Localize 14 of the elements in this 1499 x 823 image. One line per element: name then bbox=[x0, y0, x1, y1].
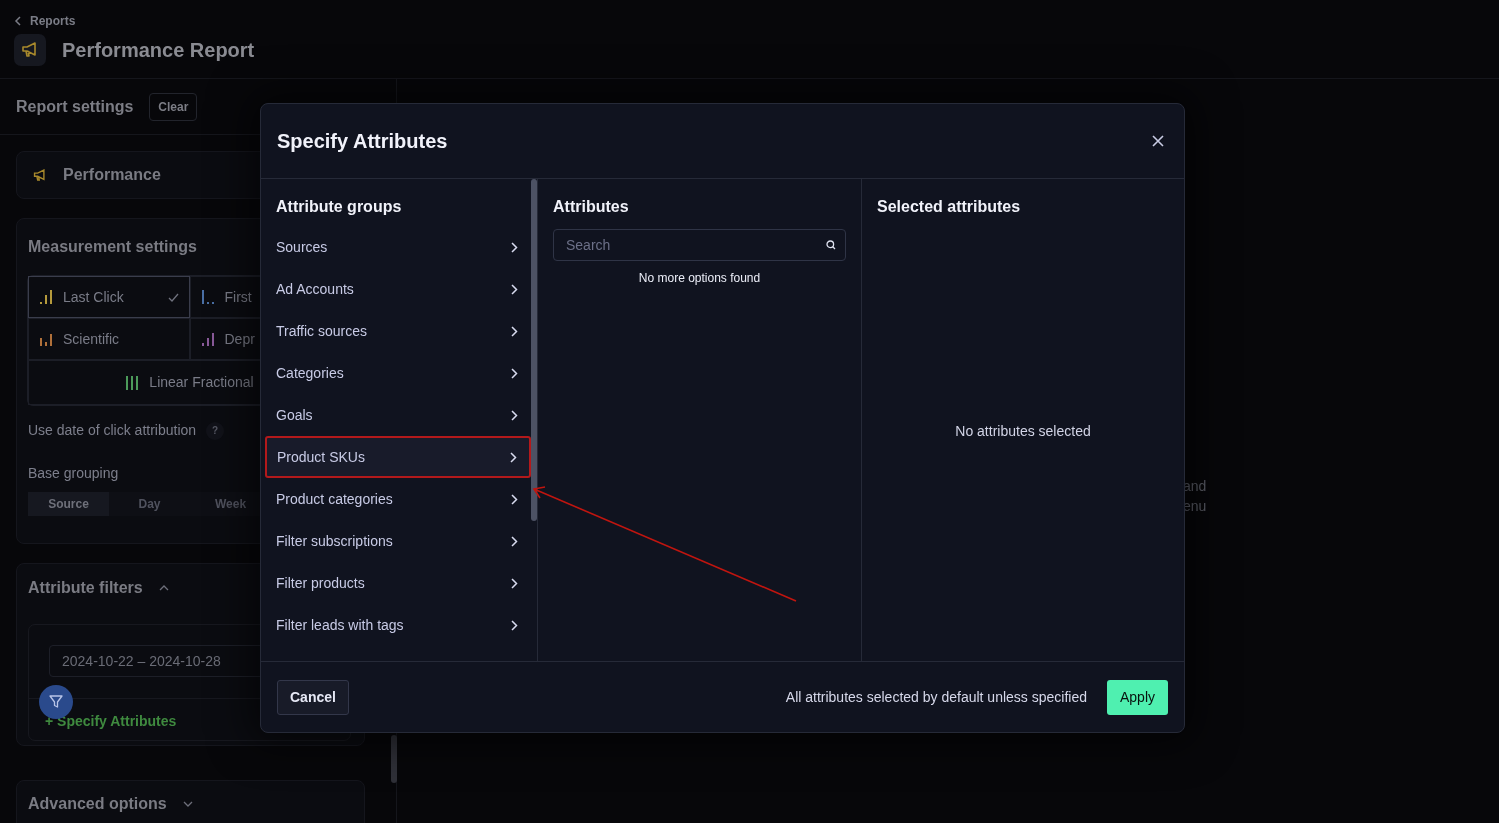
empty-message: No attributes selected bbox=[954, 422, 1092, 441]
page-title: Performance Report bbox=[62, 38, 255, 63]
option-label: Use date of click attribution bbox=[28, 421, 197, 440]
dialog-title: Specify Attributes bbox=[277, 129, 448, 154]
card-title: Attribute filters bbox=[28, 578, 143, 598]
card-title: Measurement settings bbox=[28, 237, 197, 257]
column-title: Attribute groups bbox=[276, 197, 403, 215]
option-label: Base grouping bbox=[28, 464, 120, 483]
empty-message: No more options found bbox=[637, 270, 762, 287]
footer-note: All attributes selected by default unless specified bbox=[785, 687, 1087, 707]
column-title: Attributes bbox=[553, 197, 630, 215]
panel-title: Report settings bbox=[16, 96, 134, 117]
column-title: Selected attributes bbox=[877, 197, 1022, 215]
card-title: Advanced options bbox=[28, 794, 167, 814]
